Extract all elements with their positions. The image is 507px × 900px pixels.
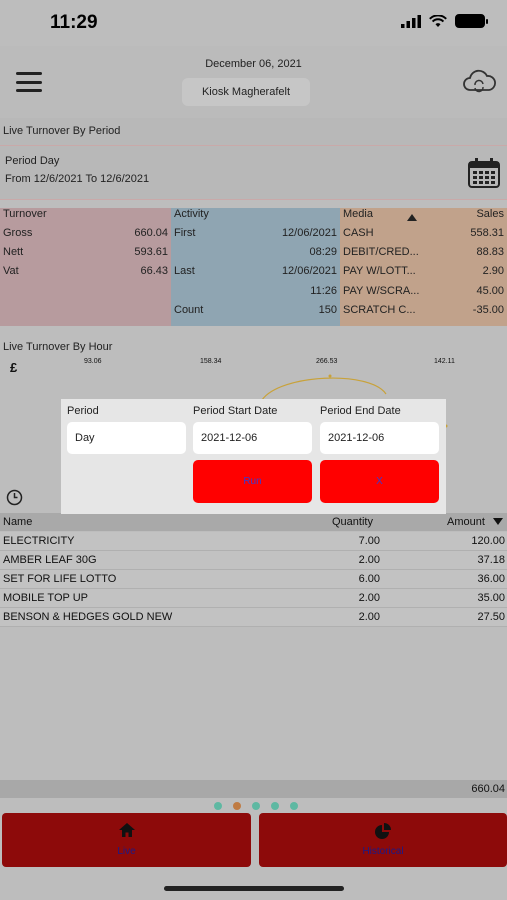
header-date: December 06, 2021 [205, 58, 302, 70]
row-amount: 27.50 [477, 611, 505, 623]
clock-icon[interactable] [6, 489, 23, 506]
store-selector[interactable]: Kiosk Magherafelt [182, 78, 310, 106]
row-quantity: 2.00 [358, 554, 380, 566]
page-dot[interactable] [271, 802, 279, 810]
row-amount: 36.00 [477, 573, 505, 585]
table-header: Name Quantity Amount [0, 513, 507, 531]
battery-icon [455, 14, 488, 28]
media-value: 88.83 [476, 246, 504, 258]
media-value: 558.31 [470, 227, 504, 239]
table-row[interactable]: MOBILE TOP UP 2.00 35.00 [0, 589, 507, 608]
dialog-start-label: Period Start Date [193, 405, 278, 417]
media-value: -35.00 [472, 304, 504, 316]
media-label: PAY W/SCRA... [343, 285, 420, 297]
status-time: 11:29 [50, 12, 98, 33]
historical-tab-button[interactable]: Historical [259, 813, 507, 867]
media-label: PAY W/LOTT... [343, 265, 416, 277]
page-dot-active[interactable] [233, 802, 241, 810]
turnover-panel: Turnover Gross 660.04 Nett 593.61 Vat 66.43 [0, 208, 171, 326]
period-label: Period Day [5, 155, 60, 167]
activity-count: 150 [318, 304, 337, 316]
column-amount-header[interactable]: Amount [447, 516, 485, 528]
chart-series-line [261, 377, 387, 401]
turnover-label: Vat [3, 265, 19, 277]
total-amount: 660.04 [471, 783, 505, 795]
status-icons [401, 14, 488, 28]
page-dot[interactable] [214, 802, 222, 810]
row-amount: 120.00 [471, 535, 505, 547]
media-label: SCRATCH C... [343, 304, 416, 316]
end-date-field[interactable]: 2021-12-06 [320, 422, 439, 454]
page-indicator[interactable] [214, 802, 298, 810]
spacer [0, 200, 507, 208]
turnover-label: Gross [3, 227, 33, 239]
live-tab-button[interactable]: Live [2, 813, 251, 867]
home-indicator[interactable] [164, 886, 344, 891]
signal-icon [401, 14, 421, 28]
wifi-icon [429, 14, 447, 27]
run-button[interactable]: Run [193, 460, 312, 503]
pie-chart-icon [375, 823, 391, 839]
row-quantity: 2.00 [358, 592, 380, 604]
column-quantity-header[interactable]: Quantity [332, 516, 373, 528]
activity-count-label: Count [174, 304, 204, 316]
activity-last-label: Last [174, 265, 195, 277]
turnover-label: Nett [3, 246, 24, 258]
activity-first-date: 12/06/2021 [281, 227, 337, 239]
cloud-sync-icon[interactable] [462, 68, 496, 96]
table-row[interactable]: SET FOR LIFE LOTTO 6.00 36.00 [0, 570, 507, 589]
activity-first-time: 08:29 [309, 246, 337, 258]
hamburger-menu-icon[interactable] [16, 72, 42, 92]
turnover-title: Turnover [3, 208, 47, 220]
media-sales-title: Sales [476, 208, 504, 220]
period-range: From 12/6/2021 To 12/6/2021 [5, 173, 150, 185]
row-name: BENSON & HEDGES GOLD NEW [3, 611, 173, 623]
media-label: DEBIT/CRED... [343, 246, 419, 258]
sort-up-icon[interactable] [407, 214, 417, 221]
activity-panel: Activity First 12/06/2021 08:29 Last 12/06… [171, 208, 340, 326]
home-icon [118, 823, 135, 837]
column-name-header[interactable]: Name [3, 516, 32, 528]
media-label: CASH [343, 227, 374, 239]
start-date-field[interactable]: 2021-12-06 [193, 422, 312, 454]
activity-last-date: 12/06/2021 [281, 265, 337, 277]
activity-last-time: 11:26 [310, 285, 337, 297]
turnover-value: 66.43 [140, 265, 168, 277]
turnover-value: 660.04 [134, 227, 168, 239]
media-value: 45.00 [476, 285, 504, 297]
historical-tab-label: Historical [362, 846, 404, 857]
activity-title: Activity [174, 208, 209, 220]
media-value: 2.90 [482, 265, 504, 277]
row-name: ELECTRICITY [3, 535, 75, 547]
dialog-period-label: Period [67, 405, 99, 417]
row-quantity: 7.00 [358, 535, 380, 547]
close-dialog-button[interactable]: X [320, 460, 439, 503]
chart-point [328, 374, 332, 378]
table-row[interactable]: ELECTRICITY 7.00 120.00 [0, 532, 507, 551]
activity-first-label: First [174, 227, 196, 239]
page-dot[interactable] [290, 802, 298, 810]
total-bar: 660.04 [0, 780, 507, 798]
sort-down-icon[interactable] [493, 518, 503, 525]
row-quantity: 2.00 [358, 611, 380, 623]
row-name: SET FOR LIFE LOTTO [3, 573, 117, 585]
page-dot[interactable] [252, 802, 260, 810]
turnover-value: 593.61 [134, 246, 168, 258]
row-name: MOBILE TOP UP [3, 592, 88, 604]
period-select[interactable]: Day [67, 422, 186, 454]
row-amount: 37.18 [477, 554, 505, 566]
media-panel: Media Sales CASH 558.31 DEBIT/CRED... 88.83… [340, 208, 507, 326]
row-name: AMBER LEAF 30G [3, 554, 97, 566]
media-title: Media [343, 208, 373, 220]
calendar-icon[interactable] [467, 158, 501, 188]
live-tab-label: Live [117, 846, 136, 857]
period-section-title: Live Turnover By Period [3, 125, 121, 137]
row-amount: 35.00 [477, 592, 505, 604]
table-row[interactable]: BENSON & HEDGES GOLD NEW 2.00 27.50 [0, 608, 507, 627]
row-quantity: 6.00 [358, 573, 380, 585]
table-row[interactable]: AMBER LEAF 30G 2.00 37.18 [0, 551, 507, 570]
dialog-end-label: Period End Date [320, 405, 401, 417]
